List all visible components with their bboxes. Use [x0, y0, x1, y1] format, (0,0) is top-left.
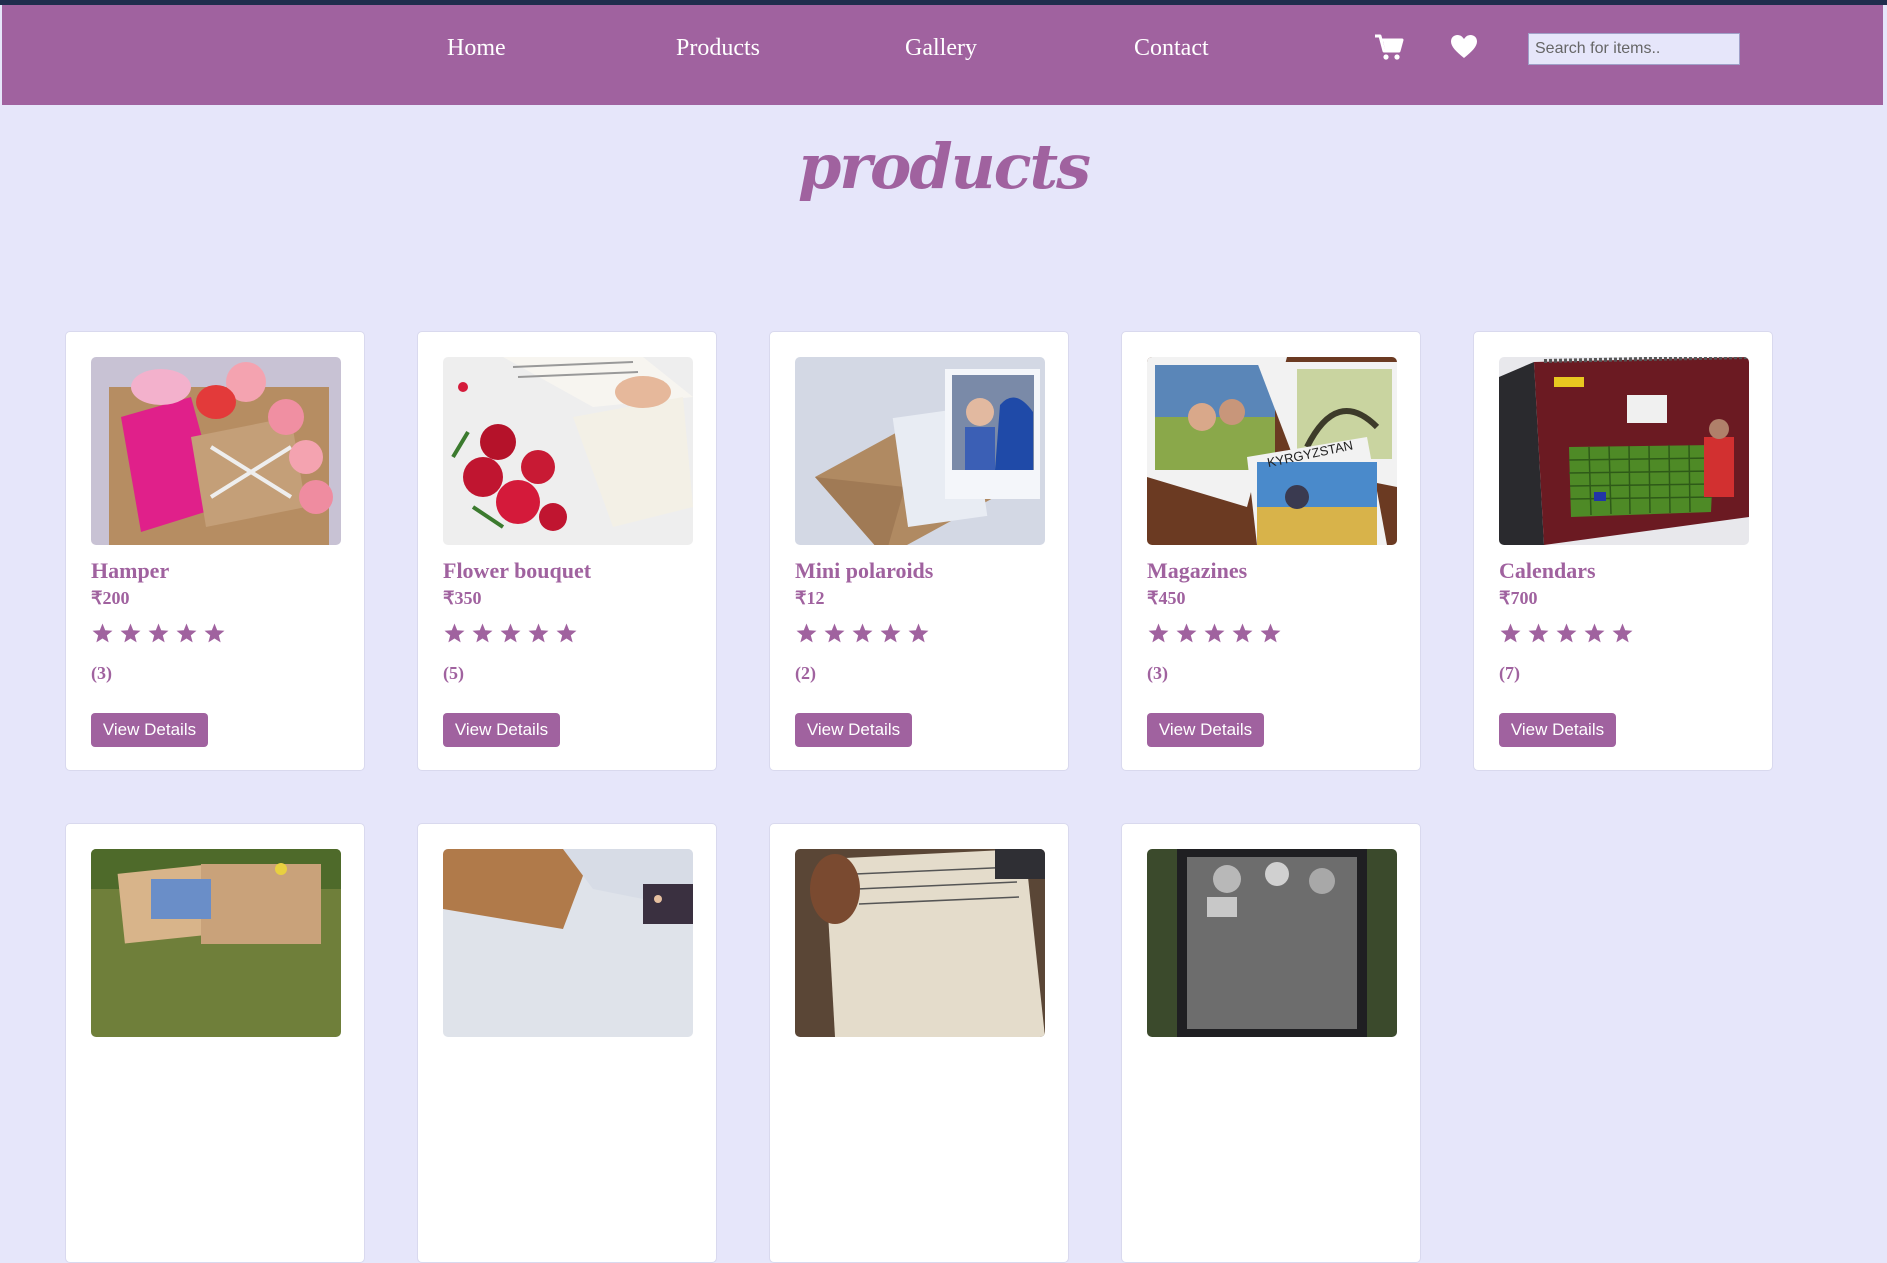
product-card: Calendars ₹700 (7) View Details [1473, 331, 1773, 771]
star-icon [500, 623, 521, 643]
product-image[interactable] [91, 849, 341, 1037]
star-icon [1232, 623, 1253, 643]
product-price: ₹700 [1499, 588, 1538, 608]
star-icon [852, 623, 873, 643]
star-icon [472, 623, 493, 643]
rating-stars [91, 622, 226, 645]
star-icon [1260, 623, 1281, 643]
view-details-button[interactable]: View Details [1147, 713, 1264, 747]
product-card: Mini polaroids ₹12 (2) View Details [769, 331, 1069, 771]
view-details-button[interactable]: View Details [91, 713, 208, 747]
page-title: products [797, 130, 1091, 203]
product-card [65, 823, 365, 1263]
product-name[interactable]: Flower bouquet [443, 558, 591, 584]
product-card: Flower bouquet ₹350 (5) View Details [417, 331, 717, 771]
product-price: ₹450 [1147, 588, 1186, 608]
rating-stars [1147, 622, 1282, 645]
product-card [417, 823, 717, 1263]
navbar: Home Products Gallery Contact [2, 5, 1883, 105]
rating-stars [1499, 622, 1634, 645]
product-image-calendars[interactable] [1499, 357, 1749, 545]
star-icon [1148, 623, 1169, 643]
star-icon [528, 623, 549, 643]
star-icon [880, 623, 901, 643]
nav-products[interactable]: Products [676, 35, 760, 62]
star-icon [1584, 623, 1605, 643]
review-count: (3) [91, 663, 112, 683]
cart-icon[interactable] [1374, 33, 1404, 66]
rating-stars [795, 622, 930, 645]
star-icon [92, 623, 113, 643]
product-image-flower-bouquet[interactable] [443, 357, 693, 545]
star-icon [148, 623, 169, 643]
product-image-hamper[interactable] [91, 357, 341, 545]
heart-icon[interactable] [1450, 34, 1478, 64]
product-card: KYRGYZSTAN Magazines ₹450 (3) View Detai… [1121, 331, 1421, 771]
product-card: Hamper ₹200 (3) View Details [65, 331, 365, 771]
star-icon [1612, 623, 1633, 643]
product-price: ₹350 [443, 588, 482, 608]
rating-stars [443, 622, 578, 645]
product-image[interactable] [1147, 849, 1397, 1037]
nav-contact[interactable]: Contact [1134, 35, 1209, 62]
star-icon [1556, 623, 1577, 643]
star-icon [1176, 623, 1197, 643]
product-image-mini-polaroids[interactable] [795, 357, 1045, 545]
star-icon [204, 623, 225, 643]
star-icon [908, 623, 929, 643]
product-name[interactable]: Mini polaroids [795, 558, 933, 584]
product-card [769, 823, 1069, 1263]
review-count: (7) [1499, 663, 1520, 683]
product-price: ₹12 [795, 588, 825, 608]
product-image-magazines[interactable]: KYRGYZSTAN [1147, 357, 1397, 545]
star-icon [120, 623, 141, 643]
search-input[interactable] [1528, 33, 1740, 65]
star-icon [1500, 623, 1521, 643]
review-count: (3) [1147, 663, 1168, 683]
product-price: ₹200 [91, 588, 130, 608]
star-icon [556, 623, 577, 643]
product-card [1121, 823, 1421, 1263]
review-count: (2) [795, 663, 816, 683]
product-image[interactable] [795, 849, 1045, 1037]
view-details-button[interactable]: View Details [795, 713, 912, 747]
product-name[interactable]: Calendars [1499, 558, 1596, 584]
star-icon [176, 623, 197, 643]
nav-home[interactable]: Home [447, 35, 506, 62]
product-image[interactable] [443, 849, 693, 1037]
star-icon [796, 623, 817, 643]
product-name[interactable]: Hamper [91, 558, 169, 584]
star-icon [1204, 623, 1225, 643]
product-name[interactable]: Magazines [1147, 558, 1247, 584]
star-icon [444, 623, 465, 643]
view-details-button[interactable]: View Details [1499, 713, 1616, 747]
review-count: (5) [443, 663, 464, 683]
star-icon [1528, 623, 1549, 643]
view-details-button[interactable]: View Details [443, 713, 560, 747]
star-icon [824, 623, 845, 643]
nav-gallery[interactable]: Gallery [905, 35, 977, 62]
